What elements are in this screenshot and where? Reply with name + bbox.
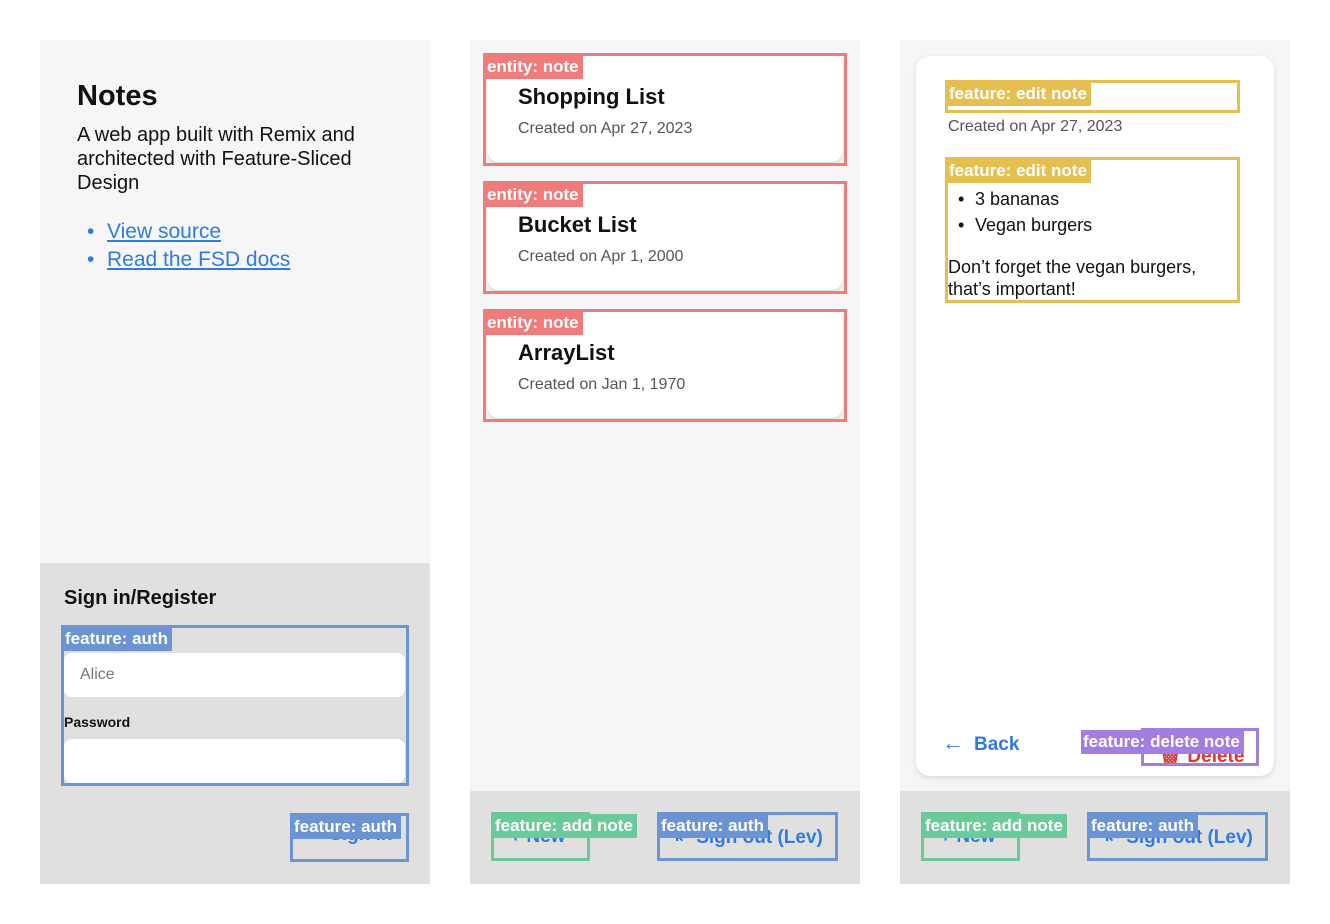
screen-notes-list: Shopping List Created on Apr 27, 2023 Bu… (470, 40, 860, 884)
link-fsd-docs[interactable]: Read the FSD docs (87, 246, 290, 274)
note-card[interactable]: ArrayList Created on Jan 1, 1970 (487, 312, 843, 418)
note-card[interactable]: Bucket List Created on Apr 1, 2000 (487, 184, 843, 290)
note-content-paragraph[interactable]: Don’t forget the vegan burgers, that’s i… (948, 256, 1238, 300)
password-label: Password (64, 714, 131, 730)
note-date: Created on Apr 27, 2023 (948, 118, 1123, 135)
sign-out-icon: ⇤ (675, 827, 697, 848)
arrow-left-icon: ← (942, 730, 964, 755)
note-date: Created on Jan 1, 1970 (518, 376, 686, 393)
sign-out-button[interactable]: ⇤ Sign out (Lev) (1105, 826, 1253, 849)
bottom-bar: + New ⇤ Sign out (Lev) feature: add note… (470, 791, 860, 884)
sign-out-button[interactable]: ⇤ Sign out (Lev) (675, 826, 823, 849)
new-note-button[interactable]: + New (940, 826, 995, 848)
app-description: A web app built with Remix and architect… (77, 124, 355, 194)
delete-button[interactable]: 🗑 Delete (1158, 744, 1244, 768)
back-button[interactable]: ← Back (942, 730, 1019, 756)
trash-icon: 🗑 (1158, 746, 1188, 767)
list-item: 3 bananas (948, 186, 1092, 212)
auth-heading: Sign in/Register (64, 587, 217, 609)
note-title: Shopping List (518, 84, 665, 109)
sign-in-icon: ⇥ (308, 824, 330, 845)
bottom-bar: + New ⇤ Sign out (Lev) feature: add note… (900, 791, 1290, 884)
screen-note-detail: Created on Apr 27, 2023 3 bananas Vegan … (900, 40, 1290, 884)
password-field[interactable] (64, 739, 405, 783)
screen-home-signed-out: Notes A web app built with Remix and arc… (40, 40, 430, 884)
note-title: ArrayList (518, 340, 615, 365)
links-list: View source Read the FSD docs (87, 218, 290, 274)
note-title-field[interactable] (948, 84, 1238, 112)
link-view-source[interactable]: View source (87, 218, 290, 246)
note-content-list[interactable]: 3 bananas Vegan burgers (948, 186, 1092, 238)
note-title: Bucket List (518, 212, 637, 237)
username-field[interactable]: Alice (64, 653, 405, 697)
auth-panel: Sign in/Register Alice Password ⇥ Sign i… (40, 563, 430, 884)
new-note-button[interactable]: + New (510, 826, 565, 848)
note-detail-card: Created on Apr 27, 2023 3 bananas Vegan … (916, 56, 1274, 776)
sign-out-icon: ⇤ (1105, 827, 1127, 848)
plus-icon: + (510, 826, 527, 847)
note-date: Created on Apr 1, 2000 (518, 248, 684, 265)
note-date: Created on Apr 27, 2023 (518, 120, 693, 137)
app-title: Notes (77, 80, 158, 112)
list-item: Vegan burgers (948, 212, 1092, 238)
note-card[interactable]: Shopping List Created on Apr 27, 2023 (487, 56, 843, 162)
plus-icon: + (940, 826, 957, 847)
sign-in-button[interactable]: ⇥ Sign in (308, 823, 393, 846)
